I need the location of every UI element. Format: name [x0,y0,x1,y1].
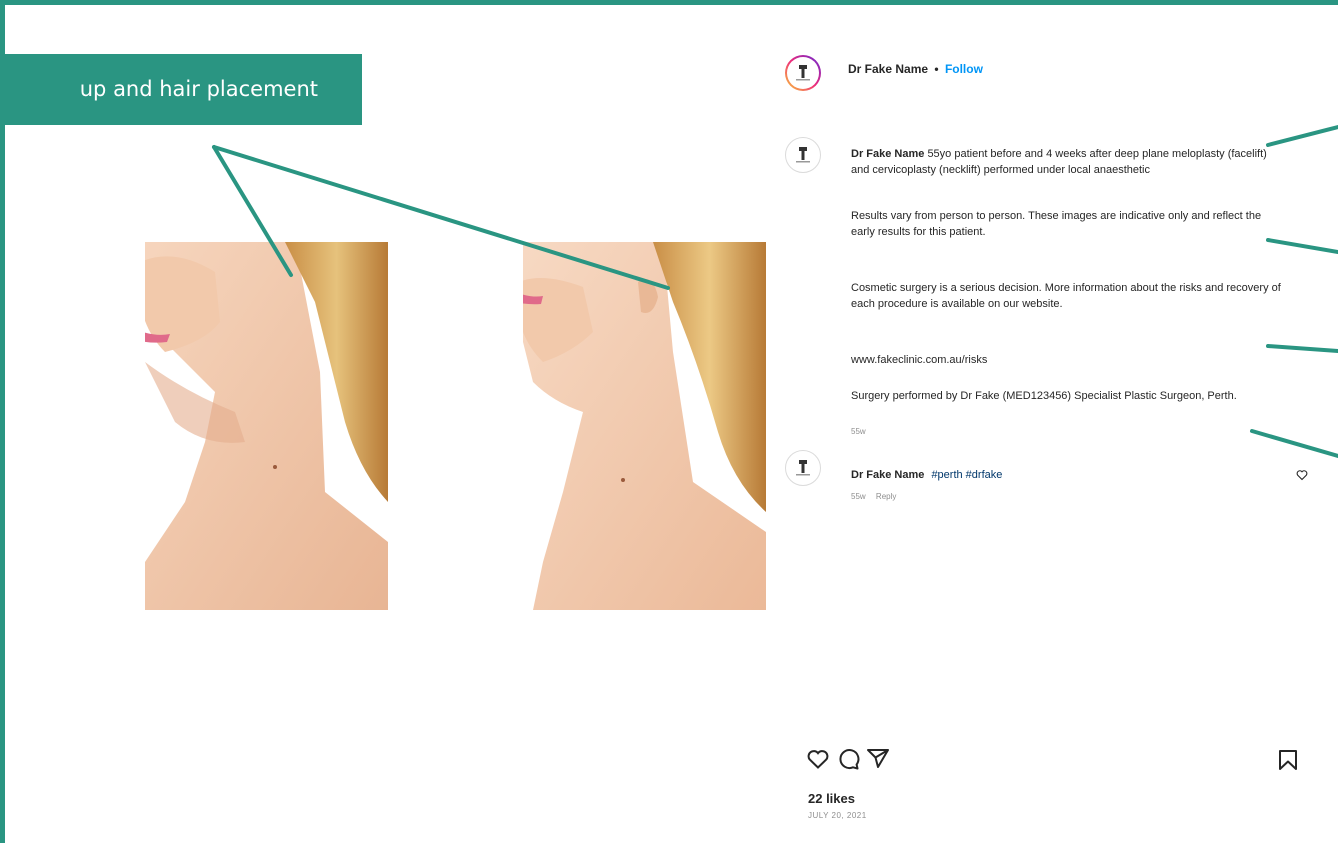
comment-hashtags[interactable]: #perth #drfake [931,469,1002,481]
header-username[interactable]: Dr Fake Name [848,62,928,76]
action-bar [806,747,890,771]
pointer-line-disclaimer-1 [1266,238,1338,254]
comment-meta: 55w Reply [851,489,1281,505]
comment-icon[interactable] [836,747,860,771]
post-header: Dr Fake Name • Follow [848,62,983,76]
surgeon-info: Surgery performed by Dr Fake (MED123456)… [851,390,1237,402]
comment-age: 55w [851,492,866,501]
caption-username[interactable]: Dr Fake Name [851,148,924,160]
caption-avatar[interactable] [785,137,821,173]
heart-icon[interactable] [806,747,830,771]
likes-count[interactable]: 22 likes [808,791,855,806]
comment-avatar[interactable] [785,450,821,486]
annotation-label-text: up and hair placement [79,77,318,101]
caption-age: 55w [851,427,866,436]
avatar[interactable] [785,55,821,91]
comment: Dr Fake Name #perth #drfake [851,467,1281,483]
avatar-logo-icon [796,460,810,476]
bookmark-icon[interactable] [1276,748,1300,772]
header-separator: • [934,62,939,76]
avatar-logo-icon [796,65,810,81]
annotation-label: up and hair placement [0,54,362,125]
disclaimer-risk: Cosmetic surgery is a serious decision. … [851,282,1281,310]
avatar-logo-icon [796,147,810,163]
after-photo [523,242,766,610]
post-date: JULY 20, 2021 [808,811,867,820]
comment-username[interactable]: Dr Fake Name [851,469,924,481]
small-heart-icon[interactable] [1296,469,1308,481]
caption-main: Dr Fake Name 55yo patient before and 4 w… [851,146,1281,178]
pointer-line-caption [1266,125,1338,147]
disclaimer-results: Results vary from person to person. Thes… [851,210,1262,238]
comment-reply-button[interactable]: Reply [876,492,896,501]
risks-link[interactable]: www.fakeclinic.com.au/risks [851,352,1281,368]
follow-button[interactable]: Follow [945,62,983,76]
pointer-line-disclaimer-2 [1266,344,1338,353]
before-photo [145,242,388,610]
share-icon[interactable] [866,747,890,771]
